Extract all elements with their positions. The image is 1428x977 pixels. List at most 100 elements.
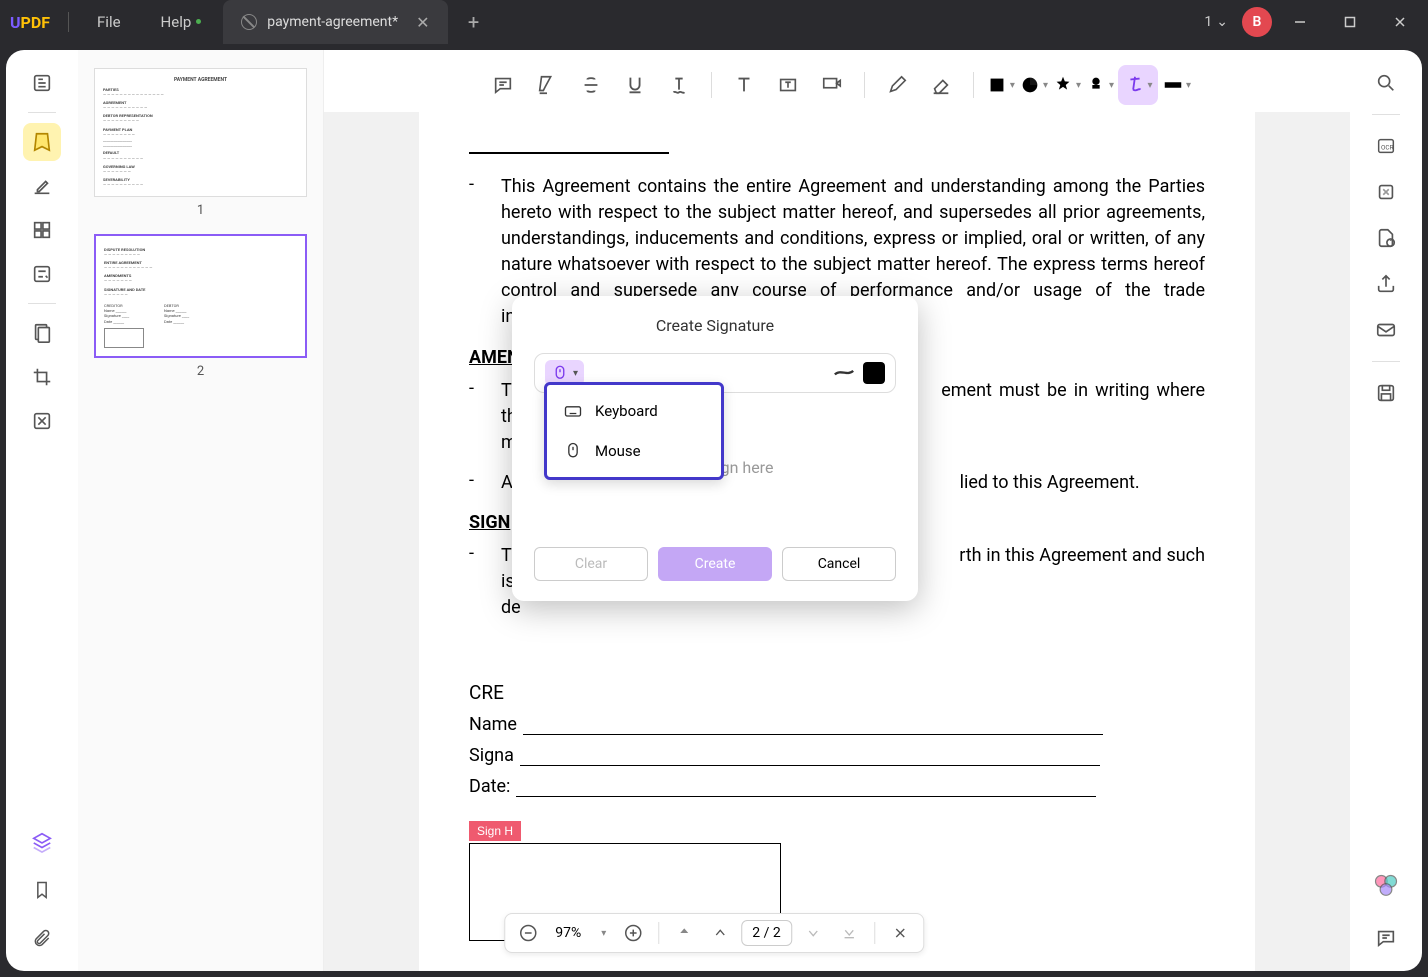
- attachment-tool[interactable]: ▾: [1085, 74, 1114, 96]
- menu-file[interactable]: File: [77, 13, 141, 31]
- new-tab-button[interactable]: +: [460, 8, 488, 36]
- chevron-down-icon: ▾: [1186, 80, 1191, 91]
- divider: [68, 12, 69, 32]
- toolbar-separator: [864, 72, 865, 98]
- dialog-title: Create Signature: [534, 316, 896, 335]
- zoom-value: 97%: [555, 925, 581, 941]
- sign-here-badge[interactable]: Sign H: [469, 821, 521, 841]
- reader-mode-button[interactable]: [23, 64, 61, 102]
- workspace: PAYMENT AGREEMENT PARTIES— — — — — — — —…: [0, 44, 1428, 977]
- eraser-tool[interactable]: [921, 65, 961, 105]
- thickness-icon[interactable]: [833, 369, 855, 376]
- squiggly-tool[interactable]: [659, 65, 699, 105]
- opened-files-dropdown[interactable]: 1⌄: [1196, 10, 1236, 34]
- menu-help[interactable]: Help: [141, 13, 212, 31]
- note-tool[interactable]: [483, 65, 523, 105]
- close-zoombar-button[interactable]: [885, 918, 915, 948]
- clear-button[interactable]: Clear: [534, 547, 648, 581]
- page-number-input[interactable]: 2 / 2: [741, 920, 791, 946]
- zoom-level-dropdown[interactable]: 97% ▾: [549, 925, 612, 941]
- first-page-button[interactable]: [669, 918, 699, 948]
- document-tab[interactable]: payment-agreement* ✕: [223, 0, 447, 44]
- attachments-button[interactable]: [23, 919, 61, 957]
- underline-tool[interactable]: [615, 65, 655, 105]
- content-area: PAYMENT AGREEMENT PARTIES— — — — — — — —…: [6, 50, 1422, 971]
- measure-tool[interactable]: ▾: [1162, 74, 1191, 96]
- zoom-in-button[interactable]: [618, 918, 648, 948]
- method-keyboard-label: Keyboard: [595, 402, 658, 420]
- menu-help-label: Help: [161, 13, 192, 31]
- separator: [658, 922, 659, 944]
- chevron-down-icon: ▾: [601, 928, 606, 939]
- chevron-down-icon: ▾: [573, 368, 578, 379]
- page-thumbnail-1[interactable]: PAYMENT AGREEMENT PARTIES— — — — — — — —…: [94, 68, 307, 197]
- close-window-button[interactable]: [1378, 6, 1422, 38]
- bookmarks-button[interactable]: [23, 871, 61, 909]
- thumb-number-2: 2: [94, 364, 307, 379]
- text-tool[interactable]: [724, 65, 764, 105]
- next-page-button[interactable]: [798, 918, 828, 948]
- thumbnail-panel: PAYMENT AGREEMENT PARTIES— — — — — — — —…: [78, 50, 324, 971]
- comments-panel-button[interactable]: [1367, 919, 1405, 957]
- label-signature: Signa: [469, 745, 514, 766]
- page-thumbnail-2[interactable]: DISPUTE RESOLUTION— — — — — — — — — ENTI…: [94, 234, 307, 358]
- email-button[interactable]: [1367, 311, 1405, 349]
- tab-unsaved-icon: [241, 14, 257, 30]
- sticker-tool[interactable]: ▾: [1019, 74, 1048, 96]
- user-avatar[interactable]: B: [1242, 7, 1272, 37]
- chevron-down-icon: ▾: [1148, 80, 1153, 91]
- right-toolbar: OCR: [1350, 50, 1422, 971]
- method-mouse-label: Mouse: [595, 442, 641, 460]
- strikethrough-tool[interactable]: [571, 65, 611, 105]
- maximize-button[interactable]: [1328, 6, 1372, 38]
- name-field-line: [523, 715, 1103, 735]
- compress-button[interactable]: [1367, 173, 1405, 211]
- comment-mode-button[interactable]: [23, 123, 61, 161]
- search-button[interactable]: [1367, 64, 1405, 102]
- label-creditor: CRE: [469, 681, 1205, 704]
- chevron-down-icon: ▾: [1043, 80, 1048, 91]
- prev-page-button[interactable]: [705, 918, 735, 948]
- tab-close-button[interactable]: ✕: [416, 13, 429, 32]
- zoom-out-button[interactable]: [513, 918, 543, 948]
- callout-tool[interactable]: [812, 65, 852, 105]
- pencil-tool[interactable]: [877, 65, 917, 105]
- toolbar-separator: [973, 72, 974, 98]
- crop-button[interactable]: [23, 358, 61, 396]
- page-tools-button[interactable]: [23, 314, 61, 352]
- logo-pdf: PDF: [21, 13, 51, 32]
- logo-u: U: [10, 13, 21, 32]
- organize-pages-button[interactable]: [23, 211, 61, 249]
- last-page-button[interactable]: [834, 918, 864, 948]
- label-name: Name: [469, 714, 517, 735]
- chevron-down-icon: ⌄: [1216, 14, 1228, 30]
- opened-count-label: 1: [1204, 14, 1212, 30]
- text-fragment: lied to this Agreement.: [960, 472, 1140, 493]
- shape-tool[interactable]: ▾: [986, 74, 1015, 96]
- date-field-line: [516, 777, 1096, 797]
- rail-separator: [28, 303, 56, 304]
- protect-button[interactable]: [1367, 219, 1405, 257]
- color-swatch[interactable]: [863, 362, 885, 384]
- method-mouse[interactable]: Mouse: [547, 431, 721, 471]
- redact-button[interactable]: [23, 402, 61, 440]
- thumbnails-panel-button[interactable]: [23, 823, 61, 861]
- cancel-button[interactable]: Cancel: [782, 547, 896, 581]
- minimize-button[interactable]: [1278, 6, 1322, 38]
- ocr-button[interactable]: OCR: [1367, 127, 1405, 165]
- form-mode-button[interactable]: [23, 255, 61, 293]
- signature-tool[interactable]: ▾: [1118, 65, 1158, 105]
- thumb-doc-title: PAYMENT AGREEMENT: [103, 77, 298, 84]
- left-toolbar: [6, 50, 78, 971]
- edit-mode-button[interactable]: [23, 167, 61, 205]
- textbox-tool[interactable]: [768, 65, 808, 105]
- label-date: Date:: [469, 776, 510, 797]
- create-button[interactable]: Create: [658, 547, 772, 581]
- save-button[interactable]: [1367, 374, 1405, 412]
- update-dot-icon: [196, 19, 201, 24]
- highlight-tool[interactable]: [527, 65, 567, 105]
- stamp-tool[interactable]: ▾: [1052, 74, 1081, 96]
- method-keyboard[interactable]: Keyboard: [547, 391, 721, 431]
- share-button[interactable]: [1367, 265, 1405, 303]
- ai-assistant-button[interactable]: [1367, 867, 1405, 905]
